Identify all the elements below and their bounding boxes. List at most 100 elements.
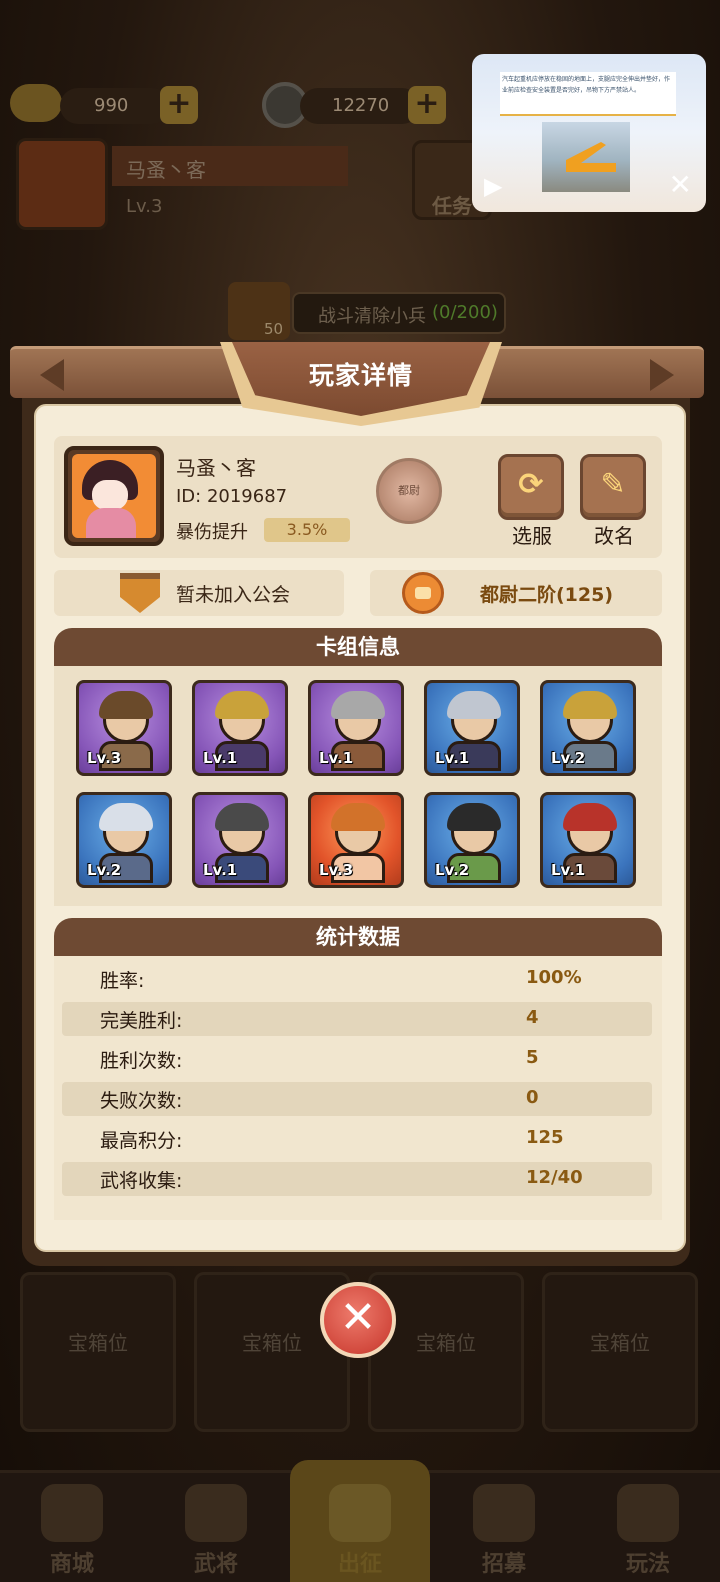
rename-button[interactable]: ✎ xyxy=(580,454,646,520)
deck-card[interactable]: Lv.3 xyxy=(76,680,172,776)
stat-value: 5 xyxy=(526,1047,539,1068)
card-level: Lv.1 xyxy=(435,749,470,767)
quest-progress: (0/200) xyxy=(432,302,498,323)
gold-counter: 990 xyxy=(60,88,170,124)
nav-shop-label: 商城 xyxy=(49,1552,94,1577)
stat-row: 胜率: 100% xyxy=(62,962,652,996)
ad-crane-image xyxy=(542,122,630,192)
rename-label: 改名 xyxy=(594,524,634,548)
play-icon[interactable]: ▶ xyxy=(484,172,502,200)
panel-title: 玩家详情 xyxy=(308,361,413,390)
stat-row: 胜利次数: 5 xyxy=(62,1042,652,1076)
player-id: ID: 2019687 xyxy=(176,486,288,507)
hero-helmet xyxy=(331,803,385,831)
deck-card[interactable]: Lv.2 xyxy=(76,792,172,888)
stat-label: 最高积分: xyxy=(100,1130,183,1152)
stat-value: 0 xyxy=(526,1087,539,1108)
deck-card[interactable]: Lv.1 xyxy=(540,792,636,888)
card-level: Lv.1 xyxy=(551,861,586,879)
nav-recruit-label: 招募 xyxy=(481,1552,526,1577)
hero-helmet xyxy=(99,803,153,831)
stat-row: 完美胜利: 4 xyxy=(62,1002,652,1036)
hero-helmet xyxy=(215,803,269,831)
generals-icon xyxy=(185,1484,247,1542)
stat-label: 失败次数: xyxy=(100,1090,183,1112)
hero-helmet xyxy=(563,691,617,719)
player-avatar-mini[interactable] xyxy=(16,138,108,230)
stat-row: 武将收集: 12/40 xyxy=(62,1162,652,1196)
crit-label: 暴伤提升 xyxy=(176,522,248,543)
battle-icon xyxy=(329,1484,391,1542)
stat-value: 125 xyxy=(526,1127,564,1148)
nav-battle[interactable]: 出征 xyxy=(298,1480,422,1580)
chest-slot[interactable]: 宝箱位 xyxy=(194,1272,350,1432)
task-label: 任务 xyxy=(432,194,472,218)
nav-modes-label: 玩法 xyxy=(625,1552,670,1577)
player-banner-name: 马蚤丶客 xyxy=(126,158,206,182)
player-banner-level: Lv.3 xyxy=(126,196,163,217)
deck-card[interactable]: Lv.1 xyxy=(192,680,288,776)
card-level: Lv.1 xyxy=(203,861,238,879)
hero-helmet xyxy=(563,803,617,831)
add-gold-button[interactable]: + xyxy=(160,86,198,124)
deck-card[interactable]: Lv.2 xyxy=(424,792,520,888)
recruit-icon xyxy=(473,1484,535,1542)
pencil-icon: ✎ xyxy=(600,467,626,502)
hero-helmet xyxy=(447,803,501,831)
nav-generals[interactable]: 武将 xyxy=(154,1480,278,1580)
stat-value: 4 xyxy=(526,1007,539,1028)
select-server-button[interactable]: ⟳ xyxy=(498,454,564,520)
chest-slot[interactable]: 宝箱位 xyxy=(20,1272,176,1432)
avatar xyxy=(64,446,164,546)
stats-header: 统计数据 xyxy=(54,918,662,956)
deck-card[interactable]: Lv.3 xyxy=(308,792,404,888)
guild-status: 暂未加入公会 xyxy=(176,584,291,606)
card-level: Lv.2 xyxy=(435,861,470,879)
stat-row: 失败次数: 0 xyxy=(62,1082,652,1116)
quest-reward-amount: 50 xyxy=(264,320,284,338)
stat-label: 胜利次数: xyxy=(100,1050,183,1072)
nav-modes[interactable]: 玩法 xyxy=(586,1480,710,1580)
select-server-label: 选服 xyxy=(512,524,552,548)
deck-card[interactable]: Lv.1 xyxy=(424,680,520,776)
stat-value: 100% xyxy=(526,967,582,988)
close-panel-button[interactable]: ✕ xyxy=(320,1282,396,1358)
card-level: Lv.3 xyxy=(87,749,122,767)
crit-value: 3.5% xyxy=(264,518,350,542)
card-level: Lv.1 xyxy=(203,749,238,767)
stat-label: 胜率: xyxy=(100,970,145,992)
rank-text: 都尉二阶(125) xyxy=(480,584,614,606)
stat-value: 12/40 xyxy=(526,1167,583,1188)
refresh-icon: ⟳ xyxy=(518,467,544,502)
quest-text: 战斗清除小兵 xyxy=(318,306,426,327)
card-level: Lv.1 xyxy=(319,749,354,767)
coin-counter: 12270 xyxy=(300,88,420,124)
hero-helmet xyxy=(447,691,501,719)
card-level: Lv.2 xyxy=(551,749,586,767)
close-icon[interactable]: ✕ xyxy=(669,168,692,201)
deck-card[interactable]: Lv.1 xyxy=(308,680,404,776)
card-level: Lv.3 xyxy=(319,861,354,879)
nav-recruit[interactable]: 招募 xyxy=(442,1480,566,1580)
ad-video-popup[interactable]: 汽车起重机应停放在稳固的地面上，支腿应完全伸出并垫好，作业前应检查安全装置是否完… xyxy=(472,54,706,212)
hero-helmet xyxy=(99,691,153,719)
chest-slot[interactable]: 宝箱位 xyxy=(542,1272,698,1432)
player-name: 马蚤丶客 xyxy=(176,456,256,480)
nav-battle-label: 出征 xyxy=(337,1552,382,1577)
shop-icon xyxy=(41,1484,103,1542)
stat-label: 完美胜利: xyxy=(100,1010,183,1032)
ad-caption: 汽车起重机应停放在稳固的地面上，支腿应完全伸出并垫好，作业前应检查安全装置是否完… xyxy=(500,72,676,116)
hero-helmet xyxy=(215,691,269,719)
nav-shop[interactable]: 商城 xyxy=(10,1480,134,1580)
modes-icon xyxy=(617,1484,679,1542)
deck-card[interactable]: Lv.1 xyxy=(192,792,288,888)
deck-card[interactable]: Lv.2 xyxy=(540,680,636,776)
rank-seal-icon[interactable]: 都尉 xyxy=(376,458,442,524)
nav-generals-label: 武将 xyxy=(193,1552,238,1577)
add-coin-button[interactable]: + xyxy=(408,86,446,124)
gold-icon xyxy=(10,84,62,122)
rank-medal-icon xyxy=(402,572,444,614)
hero-helmet xyxy=(331,691,385,719)
stat-row: 最高积分: 125 xyxy=(62,1122,652,1156)
chest-slot[interactable]: 宝箱位 xyxy=(368,1272,524,1432)
